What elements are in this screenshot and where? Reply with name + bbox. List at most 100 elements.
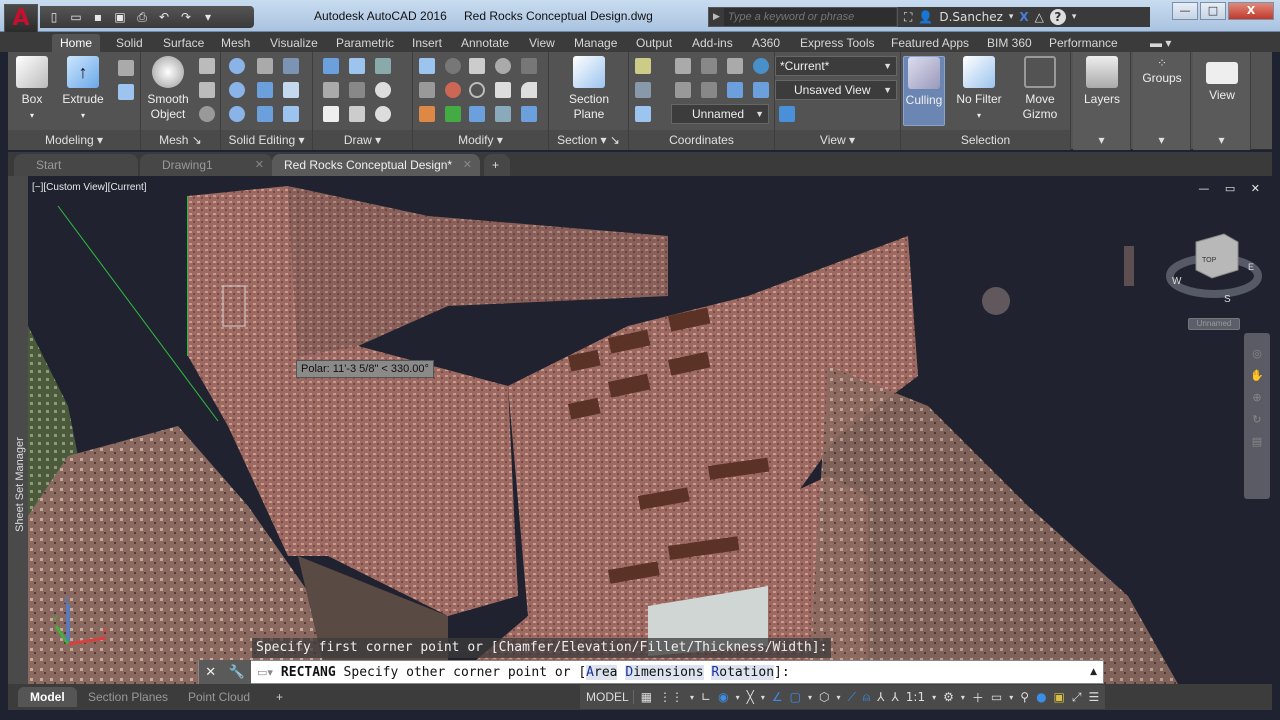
tab-parametric[interactable]: Parametric bbox=[328, 34, 402, 52]
interfere-icon[interactable] bbox=[257, 58, 273, 74]
osnap-dropdown-icon[interactable]: ▾ bbox=[808, 693, 812, 702]
dynamic-ucs-icon[interactable]: ⟋ bbox=[847, 690, 855, 705]
ucs-menu[interactable]: Unnamed bbox=[1188, 318, 1240, 330]
ucs-z-icon[interactable] bbox=[753, 82, 769, 98]
smooth-less-icon[interactable] bbox=[199, 82, 215, 98]
customize-icon[interactable]: ▾ bbox=[200, 10, 216, 24]
viewport-window-controls[interactable]: — ▭ ✕ bbox=[1198, 182, 1266, 195]
match-properties-icon[interactable] bbox=[419, 106, 435, 122]
polar-dropdown-icon[interactable]: ▾ bbox=[736, 693, 740, 702]
ucs-dropdown[interactable]: Unnamed ▼ bbox=[671, 104, 769, 124]
help-dropdown-icon[interactable]: ▾ bbox=[1072, 12, 1077, 22]
rectangle-icon[interactable] bbox=[349, 106, 365, 122]
tab-featured-apps[interactable]: Featured Apps bbox=[883, 34, 977, 52]
helix-icon[interactable] bbox=[349, 58, 365, 74]
ucs-view-icon[interactable] bbox=[727, 58, 743, 74]
ucs-world-icon[interactable] bbox=[701, 58, 717, 74]
presspull-icon[interactable] bbox=[118, 60, 134, 76]
steering-wheel-icon[interactable]: ◎ bbox=[1244, 343, 1270, 365]
coordinates-panel-title[interactable]: Coordinates bbox=[629, 130, 774, 150]
modify-panel-title[interactable]: Modify ▾ bbox=[413, 130, 548, 150]
annotation-scale-value[interactable]: 1:1 bbox=[906, 690, 925, 704]
tab-manage[interactable]: Manage bbox=[566, 34, 625, 52]
tab-mesh[interactable]: Mesh bbox=[213, 34, 258, 52]
new-layout-button[interactable]: + bbox=[264, 687, 295, 707]
orbit-icon[interactable]: ↻ bbox=[1244, 409, 1270, 431]
ucs-named-icon[interactable] bbox=[675, 58, 691, 74]
open-icon[interactable]: ▭ bbox=[68, 10, 84, 24]
ortho-icon[interactable]: ∟ bbox=[701, 690, 711, 704]
close-tab-icon[interactable]: ✕ bbox=[463, 154, 472, 176]
explode-icon[interactable] bbox=[419, 58, 435, 74]
option-rotation[interactable]: Rotation bbox=[711, 664, 775, 680]
command-history-toggle-icon[interactable]: ▲ bbox=[1090, 667, 1097, 677]
tab-a360[interactable]: A360 bbox=[744, 34, 788, 52]
box-button[interactable]: Box ▾ bbox=[12, 56, 52, 123]
help-icon[interactable]: ? bbox=[1049, 9, 1066, 25]
command-line[interactable]: ✕ 🔧 ▭▾ RECTANG Specify other corner poin… bbox=[198, 660, 1104, 684]
minimize-button[interactable]: — bbox=[1172, 2, 1198, 20]
polar-tracking-icon[interactable]: ◉ bbox=[718, 690, 728, 704]
separate-icon[interactable] bbox=[283, 82, 299, 98]
view-expand-icon[interactable]: ▾ bbox=[1193, 130, 1250, 150]
layout-tab-model[interactable]: Model bbox=[18, 687, 77, 707]
workspace-gear-icon[interactable]: ⚙ bbox=[943, 690, 954, 704]
move-icon[interactable] bbox=[469, 58, 485, 74]
3d-rotate-icon[interactable] bbox=[445, 82, 461, 98]
array-icon[interactable] bbox=[521, 106, 537, 122]
polyline-icon[interactable] bbox=[323, 58, 339, 74]
scale-icon[interactable] bbox=[469, 106, 485, 122]
tab-visualize[interactable]: Visualize bbox=[262, 34, 326, 52]
tab-express-tools[interactable]: Express Tools bbox=[792, 34, 882, 52]
annotation-visibility-icon[interactable]: ⍝ bbox=[863, 690, 870, 705]
pan-icon[interactable]: ✋ bbox=[1244, 365, 1270, 387]
rotate-icon[interactable] bbox=[445, 58, 461, 74]
3d-align-icon[interactable] bbox=[445, 106, 461, 122]
3d-osnap-dropdown-icon[interactable]: ▾ bbox=[836, 693, 840, 702]
slice-icon[interactable] bbox=[283, 58, 299, 74]
3d-osnap-icon[interactable]: ⬡ bbox=[819, 690, 829, 704]
groups-expand-icon[interactable]: ▾ bbox=[1133, 130, 1190, 150]
stretch-icon[interactable] bbox=[495, 82, 511, 98]
clean-screen-icon[interactable]: ⤢ bbox=[1072, 690, 1082, 705]
hardware-acceleration-icon[interactable]: ▣ bbox=[1054, 690, 1065, 704]
draw-panel-title[interactable]: Draw ▾ bbox=[313, 130, 412, 150]
tab-add-ins[interactable]: Add-ins bbox=[684, 34, 741, 52]
arc-icon[interactable] bbox=[375, 58, 391, 74]
redo-icon[interactable]: ↷ bbox=[178, 10, 194, 24]
recent-commands-icon[interactable]: ▭▾ bbox=[251, 666, 273, 679]
visual-style-dropdown[interactable]: *Current* ▼ bbox=[775, 56, 897, 76]
tab-bim-360[interactable]: BIM 360 bbox=[979, 34, 1040, 52]
application-menu-button[interactable]: A bbox=[4, 4, 38, 34]
option-area[interactable]: Area bbox=[586, 664, 618, 680]
refine-mesh-icon[interactable] bbox=[199, 106, 215, 122]
polysolid-icon[interactable] bbox=[118, 84, 134, 100]
viewcube[interactable]: W S E TOP bbox=[1162, 226, 1262, 306]
undo-icon[interactable]: ↶ bbox=[156, 10, 172, 24]
quick-properties-icon[interactable]: ⚲ bbox=[1020, 690, 1029, 704]
navigation-bar[interactable]: ◎ ✋ ⊕ ↻ ▤ bbox=[1244, 333, 1270, 499]
ucs-origin-icon[interactable] bbox=[635, 82, 651, 98]
zoom-extents-icon[interactable]: ⊕ bbox=[1244, 387, 1270, 409]
drawing-viewport[interactable]: [−][Custom View][Current] — ▭ ✕ bbox=[28, 176, 1280, 684]
workspace-dropdown-icon[interactable]: ▾ bbox=[961, 693, 965, 702]
close-command-line-icon[interactable]: ✕ bbox=[205, 665, 216, 680]
close-button[interactable]: X bbox=[1228, 2, 1274, 20]
new-tab-button[interactable]: + bbox=[484, 154, 510, 176]
option-dimensions[interactable]: Dimensions bbox=[625, 664, 704, 680]
solid-editing-panel-title[interactable]: Solid Editing ▾ bbox=[221, 130, 312, 150]
customize-wrench-icon[interactable]: 🔧 bbox=[229, 665, 245, 680]
object-snap-icon[interactable]: ▢ bbox=[790, 690, 801, 704]
circle-array-icon[interactable] bbox=[469, 82, 485, 98]
layers-expand-icon[interactable]: ▾ bbox=[1073, 130, 1130, 150]
new-icon[interactable]: ▯ bbox=[46, 10, 62, 24]
tab-performance[interactable]: Performance bbox=[1041, 34, 1126, 52]
maximize-button[interactable]: □ bbox=[1200, 2, 1226, 20]
view-panel-2[interactable]: View ▾ bbox=[1193, 52, 1251, 150]
layers-panel[interactable]: Layers ▾ bbox=[1073, 52, 1131, 150]
layers-button[interactable]: Layers bbox=[1079, 56, 1125, 107]
snap-icon[interactable]: ⋮⋮ bbox=[659, 690, 683, 704]
ellipse-icon[interactable] bbox=[375, 106, 391, 122]
user-name[interactable]: D.Sanchez bbox=[939, 10, 1003, 24]
close-tab-icon[interactable]: ✕ bbox=[255, 154, 264, 176]
